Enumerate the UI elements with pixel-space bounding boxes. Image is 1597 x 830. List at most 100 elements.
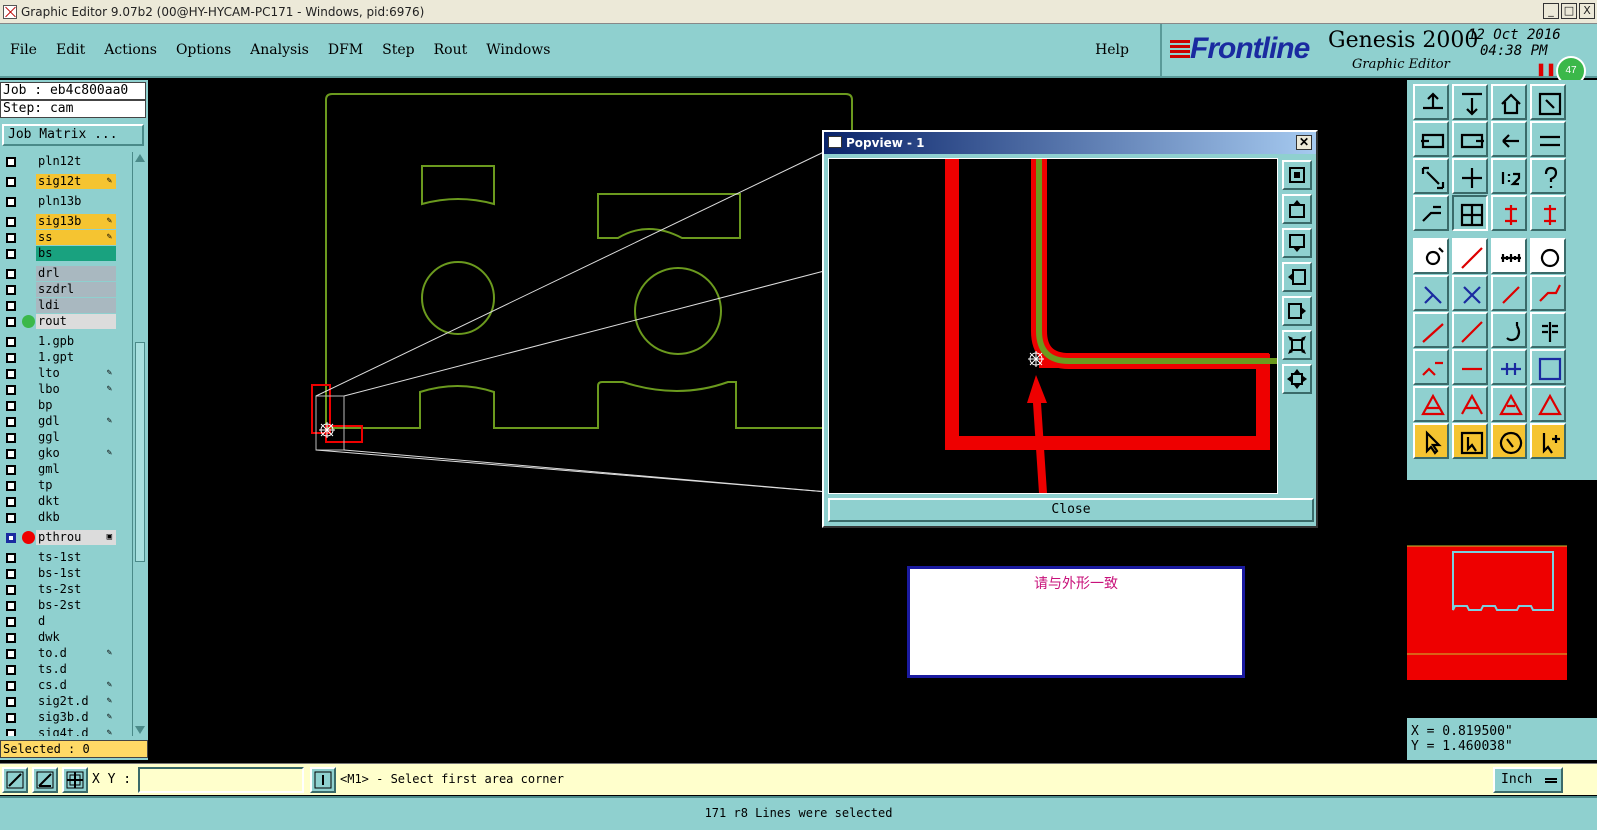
popview-zoom-out-button[interactable] [1282, 330, 1312, 360]
triangle-b-tool-button[interactable] [1452, 386, 1488, 422]
layer-checkbox[interactable] [6, 553, 16, 563]
snap-mode-button[interactable] [2, 767, 28, 793]
layer-name[interactable]: dwk [36, 630, 116, 645]
layer-name[interactable]: sig4t.d ✎ [36, 726, 116, 736]
layer-name[interactable]: lto ✎ [36, 366, 116, 381]
layer-name[interactable]: sig12t ✎ [36, 174, 116, 189]
input-toggle-button[interactable] [310, 767, 336, 793]
layer-name[interactable]: gko ✎ [36, 446, 116, 461]
layer-name[interactable]: 1.gpb [36, 334, 116, 349]
layer-checkbox[interactable] [6, 317, 16, 327]
scroll-down-icon[interactable] [135, 726, 145, 734]
pointer-box-tool-button[interactable] [1452, 423, 1488, 459]
layer-row[interactable]: 1.gpt [0, 350, 120, 365]
draw-line-tool-button[interactable] [1413, 312, 1449, 348]
layer-checkbox[interactable] [6, 617, 16, 627]
layer-row[interactable]: tp [0, 478, 120, 493]
layer-name[interactable]: ldi [36, 298, 116, 313]
scale-1-2-tool-button[interactable] [1491, 158, 1527, 194]
menu-actions[interactable]: Actions [104, 42, 157, 58]
layer-name[interactable]: dkt [36, 494, 116, 509]
popview-titlebar[interactable]: Popview - 1 [824, 132, 1316, 154]
connect-tool-button[interactable] [1413, 275, 1449, 311]
layer-name[interactable]: d [36, 614, 116, 629]
line-end-tool-button[interactable] [1491, 275, 1527, 311]
menu-step[interactable]: Step [382, 42, 414, 58]
scroll-up-icon[interactable] [135, 154, 145, 162]
job-matrix-button[interactable]: Job Matrix ... [2, 124, 144, 146]
layer-row[interactable]: drl [0, 266, 120, 281]
layer-row[interactable]: lbo ✎ [0, 382, 120, 397]
layer-row[interactable]: sig3b.d ✎ [0, 710, 120, 725]
layer-checkbox[interactable] [6, 269, 16, 279]
layer-row[interactable]: dkt [0, 494, 120, 509]
layer-name[interactable]: sig13b ✎ [36, 214, 116, 229]
net-select-tool-button[interactable] [1530, 195, 1566, 231]
layer-name[interactable]: cs.d ✎ [36, 678, 116, 693]
add-pad-tool-button[interactable] [1413, 238, 1449, 274]
layer-row[interactable]: ldi [0, 298, 120, 313]
layer-row[interactable]: sig4t.d ✎ [0, 726, 120, 736]
layer-name[interactable]: gml [36, 462, 116, 477]
layer-name[interactable]: ts-1st [36, 550, 116, 565]
layer-name[interactable]: bs-2st [36, 598, 116, 613]
layer-checkbox[interactable] [6, 681, 16, 691]
pointer-tool-button[interactable] [1413, 423, 1449, 459]
layer-name[interactable]: ggl [36, 430, 116, 445]
layer-row[interactable]: gko ✎ [0, 446, 120, 461]
layer-checkbox[interactable] [6, 585, 16, 595]
layer-checkbox[interactable] [6, 197, 16, 207]
measure-tool-button[interactable] [1491, 238, 1527, 274]
layer-name[interactable]: dkb [36, 510, 116, 525]
layer-checkbox[interactable] [6, 157, 16, 167]
popview-pan-left-button[interactable] [1282, 262, 1312, 292]
layer-name[interactable]: pthrou ▣ [36, 530, 116, 545]
menu-file[interactable]: File [10, 42, 37, 58]
minimize-button[interactable]: _ [1543, 3, 1559, 19]
layer-name[interactable]: ts-2st [36, 582, 116, 597]
unit-select[interactable]: Inch [1493, 767, 1563, 793]
layer-checkbox[interactable] [6, 513, 16, 523]
layer-name[interactable]: sig2t.d ✎ [36, 694, 116, 709]
line-angle-tool-button[interactable] [1452, 312, 1488, 348]
layer-checkbox[interactable] [6, 533, 16, 543]
add-line-tool-button[interactable] [1452, 238, 1488, 274]
layer-name[interactable]: szdrl [36, 282, 116, 297]
layer-row[interactable]: ss ✎ [0, 230, 120, 245]
layer-name[interactable]: pln13b [36, 194, 116, 209]
layer-checkbox[interactable] [6, 301, 16, 311]
menu-help[interactable]: Help [1095, 42, 1129, 58]
layer-row[interactable]: dkb [0, 510, 120, 525]
redo-view-tool-button[interactable] [1530, 121, 1566, 157]
layer-checkbox[interactable] [6, 729, 16, 736]
layer-name[interactable]: rout [36, 314, 116, 329]
measure-mode-button[interactable] [32, 767, 58, 793]
layer-checkbox[interactable] [6, 337, 16, 347]
layer-row[interactable]: d [0, 614, 120, 629]
layer-checkbox[interactable] [6, 417, 16, 427]
layer-row[interactable]: gml [0, 462, 120, 477]
layer-checkbox[interactable] [6, 665, 16, 675]
mirror-tool-button[interactable] [1530, 312, 1566, 348]
layer-name[interactable]: sig3b.d ✎ [36, 710, 116, 725]
layer-checkbox[interactable] [6, 697, 16, 707]
layer-checkbox[interactable] [6, 233, 16, 243]
layer-checkbox[interactable] [6, 601, 16, 611]
close-window-button[interactable]: X [1579, 3, 1595, 19]
layer-row[interactable]: bp [0, 398, 120, 413]
line-break-tool-button[interactable] [1530, 275, 1566, 311]
pointer-circle-tool-button[interactable] [1491, 423, 1527, 459]
layer-checkbox[interactable] [6, 177, 16, 187]
layer-checkbox[interactable] [6, 353, 16, 363]
layer-row[interactable]: ts.d [0, 662, 120, 677]
layer-name[interactable]: to.d ✎ [36, 646, 116, 661]
layer-checkbox[interactable] [6, 633, 16, 643]
home-view-tool-button[interactable] [1491, 84, 1527, 120]
scroll-thumb[interactable] [135, 342, 145, 562]
layer-row[interactable]: sig13b ✎ [0, 214, 120, 229]
probe-tool-button[interactable] [1413, 195, 1449, 231]
pause-icon[interactable]: ❚❚ [1536, 62, 1556, 76]
layer-row[interactable]: pln12t [0, 154, 120, 169]
layer-row[interactable]: bs [0, 246, 120, 261]
layer-checkbox[interactable] [6, 285, 16, 295]
